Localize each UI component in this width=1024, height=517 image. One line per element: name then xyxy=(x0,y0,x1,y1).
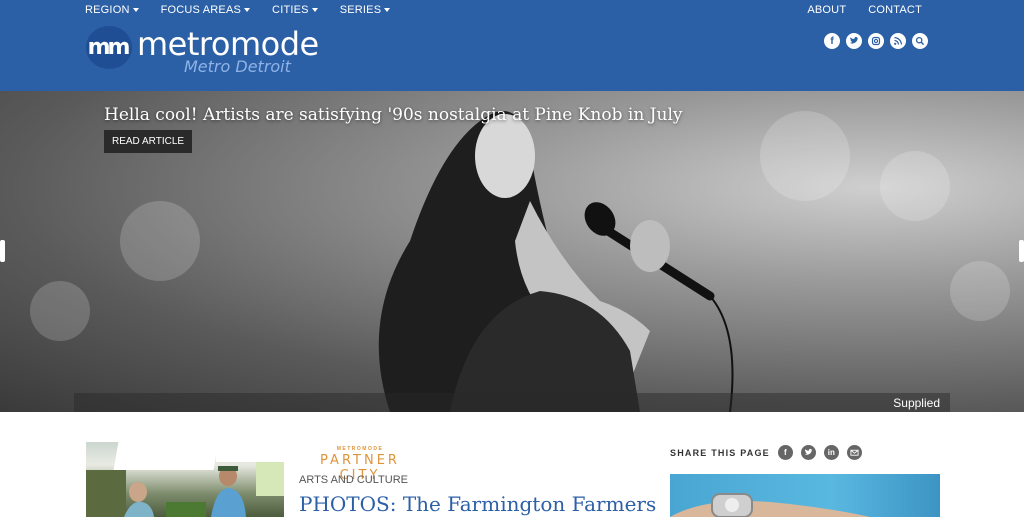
linkedin-icon[interactable]: in xyxy=(823,445,839,460)
nav-about[interactable]: ABOUT xyxy=(807,4,846,16)
partner-small-label: METROMODE xyxy=(336,446,384,452)
read-article-button[interactable]: READ ARTICLE xyxy=(104,130,193,153)
bokeh-light xyxy=(760,111,850,201)
article-title[interactable]: PHOTOS: The Farmington Farmers xyxy=(299,492,656,516)
email-icon[interactable] xyxy=(846,445,862,460)
social-links: f xyxy=(824,33,928,49)
nav-region[interactable]: REGION xyxy=(85,4,139,16)
article-thumbnail[interactable] xyxy=(86,442,284,517)
wristwatch-photo xyxy=(670,493,870,517)
bokeh-light xyxy=(30,281,90,341)
search-icon[interactable] xyxy=(912,33,928,49)
logo-subtitle: Metro Detroit xyxy=(184,57,291,76)
singer-photo xyxy=(378,111,734,412)
hero-title[interactable]: Hella cool! Artists are satisfying '90s … xyxy=(104,105,683,125)
twitter-icon[interactable] xyxy=(800,445,816,460)
nav-cities[interactable]: CITIES xyxy=(272,4,318,16)
site-logo[interactable]: mm metromode Metro Detroit xyxy=(86,26,319,76)
logo-badge: mm xyxy=(86,26,132,69)
carousel-next-arrow[interactable] xyxy=(1019,240,1024,262)
share-label: SHARE THIS PAGE xyxy=(670,447,770,458)
facebook-icon[interactable]: f xyxy=(777,445,793,460)
instagram-icon[interactable] xyxy=(868,33,884,49)
bokeh-light xyxy=(950,261,1010,321)
caret-down-icon xyxy=(311,8,318,12)
site-header: REGION FOCUS AREAS CITIES SERIES ABOUT C… xyxy=(0,0,1024,91)
bokeh-light xyxy=(880,151,950,221)
logo-text: metromode Metro Detroit xyxy=(137,26,319,76)
caption-bar xyxy=(74,393,950,412)
share-bar: SHARE THIS PAGE f in xyxy=(670,445,870,460)
caret-down-icon xyxy=(244,8,251,12)
hero-banner: Hella cool! Artists are satisfying '90s … xyxy=(0,91,1024,412)
carousel-prev-arrow[interactable] xyxy=(0,240,5,262)
facebook-icon[interactable]: f xyxy=(824,33,840,49)
bokeh-light xyxy=(120,201,200,281)
caret-down-icon xyxy=(132,8,139,12)
article-category[interactable]: ARTS AND CULTURE xyxy=(299,474,408,486)
main-nav: REGION FOCUS AREAS CITIES SERIES xyxy=(85,4,412,16)
nav-contact[interactable]: CONTACT xyxy=(868,4,922,16)
farmers-market-photo xyxy=(86,462,284,517)
twitter-icon[interactable] xyxy=(846,33,862,49)
caret-down-icon xyxy=(384,8,391,12)
nav-focus-areas[interactable]: FOCUS AREAS xyxy=(161,4,251,16)
sidebar-article-image[interactable] xyxy=(670,474,940,517)
rss-icon[interactable] xyxy=(890,33,906,49)
secondary-nav: ABOUT CONTACT xyxy=(807,4,922,16)
nav-series[interactable]: SERIES xyxy=(340,4,391,16)
photo-credit: Supplied xyxy=(893,396,940,410)
